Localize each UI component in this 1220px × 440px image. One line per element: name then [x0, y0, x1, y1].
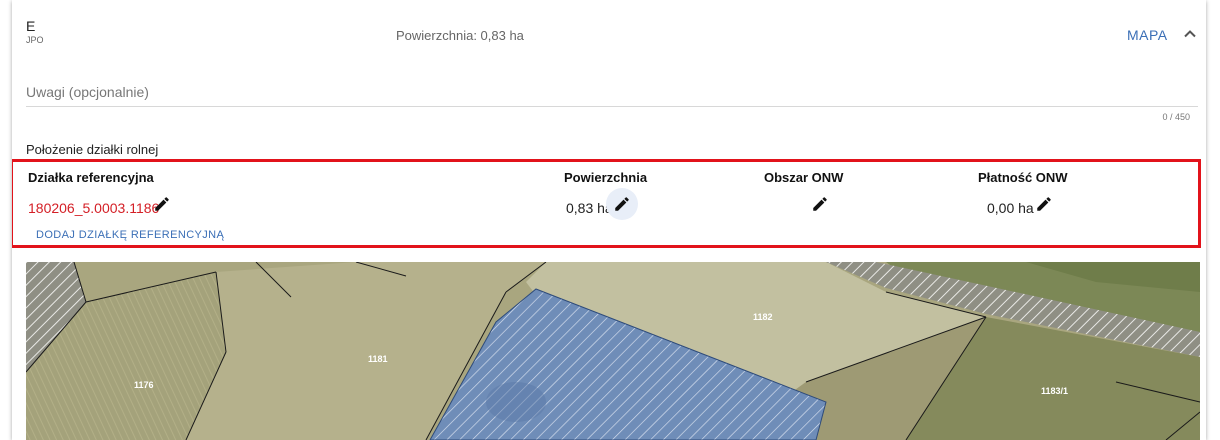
- map-button[interactable]: MAPA: [1127, 27, 1168, 43]
- onw-payment-value: 0,00 ha: [987, 200, 1034, 216]
- section-title-location: Położenie działki rolnej: [26, 142, 159, 157]
- agricultural-parcel-card: E JPO Powierzchnia: 0,83 ha MAPA 0 / 450…: [12, 0, 1206, 440]
- column-header-area: Powierzchnia: [564, 170, 648, 185]
- pencil-icon[interactable]: [1035, 195, 1053, 213]
- remarks-field[interactable]: [26, 80, 1198, 107]
- parcel-map[interactable]: 1176 1181 1182 1183/1: [26, 262, 1200, 440]
- parcel-area-summary: Powierzchnia: 0,83 ha: [396, 28, 524, 43]
- pencil-icon[interactable]: [811, 195, 829, 213]
- plot-label-1182: 1182: [753, 312, 773, 322]
- plot-label-1181: 1181: [368, 354, 388, 364]
- column-header-onw-payment: Płatność ONW: [978, 170, 1068, 185]
- plot-label-1176: 1176: [134, 380, 154, 390]
- remarks-char-counter: 0 / 450: [1162, 112, 1190, 122]
- add-reference-parcel-button[interactable]: DODAJ DZIAŁKĘ REFERENCYJNĄ: [36, 229, 224, 241]
- column-header-onw-zone: Obszar ONW: [764, 170, 844, 185]
- pencil-icon[interactable]: [153, 195, 171, 213]
- column-header-parcel: Działka referencyjna: [28, 170, 154, 185]
- remarks-input[interactable]: [26, 80, 1198, 104]
- chevron-up-icon[interactable]: [1180, 24, 1200, 44]
- parcel-subcode: JPO: [26, 35, 44, 45]
- pencil-icon[interactable]: [613, 195, 631, 213]
- parcel-code: E: [26, 18, 36, 34]
- reference-parcel-link[interactable]: 180206_5.0003.1186: [28, 200, 159, 216]
- plot-label-1183-1: 1183/1: [1041, 386, 1068, 396]
